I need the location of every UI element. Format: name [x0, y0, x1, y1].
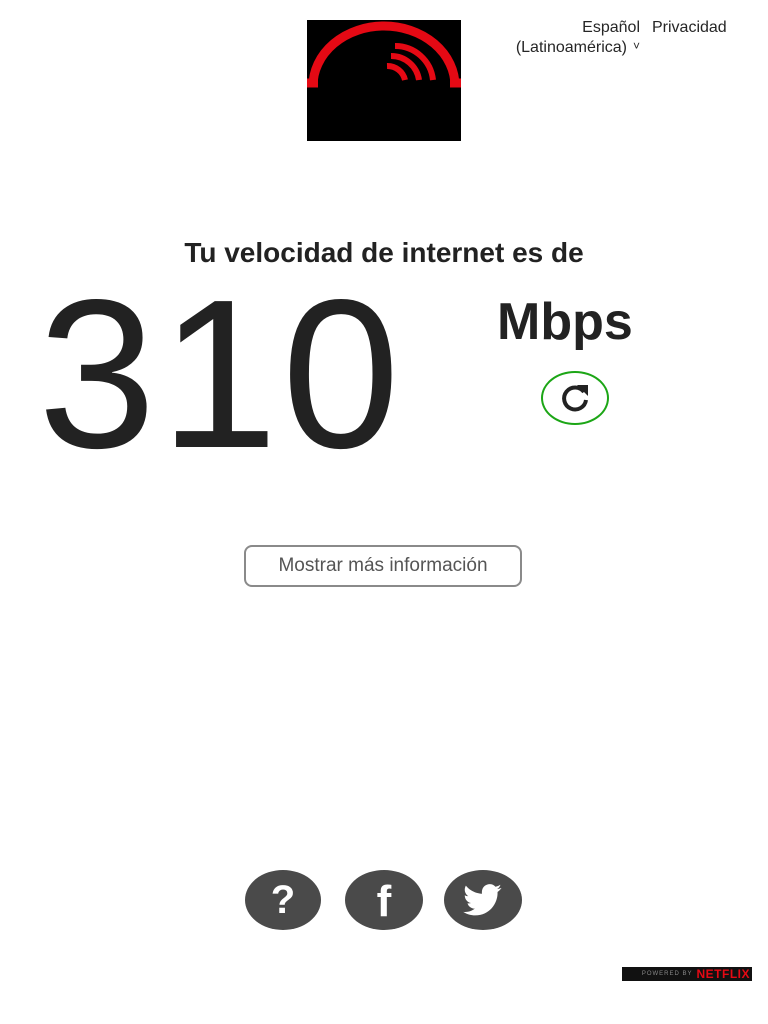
privacy-link[interactable]: Privacidad [652, 18, 727, 37]
netflix-logo: NETFLIX [696, 967, 750, 981]
speed-units: Mbps [497, 293, 633, 351]
help-button[interactable]: ? [245, 870, 321, 930]
twitter-bird-icon [463, 884, 502, 916]
show-more-info-button[interactable]: Mostrar más información [244, 545, 522, 587]
refresh-button[interactable] [541, 371, 609, 425]
language-selector[interactable]: Español (Latinoamérica) ˅ [470, 18, 640, 57]
facebook-icon: f [376, 877, 392, 926]
twitter-share-button[interactable] [444, 870, 522, 930]
facebook-share-button[interactable]: f [345, 870, 423, 930]
powered-by-label: POWERED BY [641, 971, 693, 977]
chevron-down-icon: ˅ [632, 39, 640, 53]
powered-by-netflix-badge[interactable]: POWERED BY NETFLIX [622, 967, 752, 981]
refresh-icon [562, 385, 588, 412]
language-label: Español [582, 19, 640, 36]
language-region-label: (Latinoamérica) [515, 39, 627, 56]
question-mark-icon: ? [270, 878, 296, 922]
speedometer-icon [307, 21, 461, 88]
speed-value: 310 [38, 255, 404, 492]
fast-logo[interactable] [307, 20, 461, 141]
